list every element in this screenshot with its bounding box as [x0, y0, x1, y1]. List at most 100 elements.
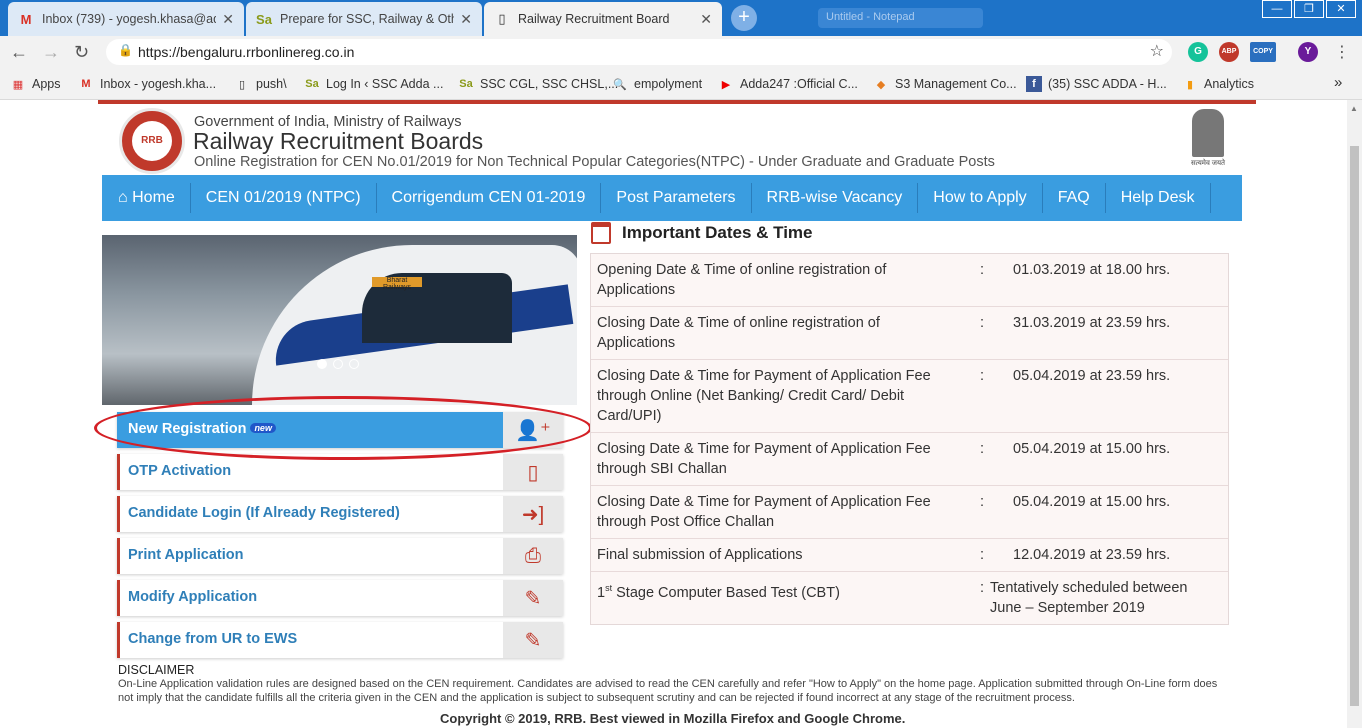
- tab-rrb[interactable]: ▯ Railway Recruitment Board ✕: [484, 2, 722, 36]
- gmail-icon: M: [81, 78, 91, 90]
- page-scrollbar[interactable]: ▲: [1347, 100, 1362, 728]
- top-stripe: [98, 100, 1256, 104]
- copy-extension-icon[interactable]: COPY: [1250, 42, 1276, 62]
- date-key: Final submission of Applications: [597, 547, 803, 563]
- date-key: Closing Date & Time of online registrati…: [597, 315, 880, 351]
- bookmark-analytics[interactable]: ▮ Analytics: [1182, 76, 1254, 92]
- bookmark-ssc-cgl[interactable]: Sa SSC CGL, SSC CHSL,...: [458, 76, 618, 92]
- menu-post-parameters[interactable]: Post Parameters: [601, 183, 752, 213]
- bookmark-label: push\: [256, 77, 287, 91]
- date-value: 05.04.2019 at 15.00 hrs.: [1013, 494, 1171, 510]
- search-icon: 🔍: [613, 78, 627, 91]
- dates-title: Important Dates & Time: [622, 223, 813, 242]
- page-icon: ▯: [238, 78, 246, 91]
- close-icon[interactable]: ✕: [700, 11, 712, 28]
- youtube-icon: ▶: [721, 78, 731, 91]
- menu-how-to-apply[interactable]: How to Apply: [918, 183, 1043, 213]
- bookmark-inbox[interactable]: M Inbox - yogesh.kha...: [78, 76, 216, 92]
- tab-adda[interactable]: Sa Prepare for SSC, Railway & Other ✕: [246, 2, 482, 36]
- close-icon[interactable]: ✕: [222, 11, 234, 28]
- lock-icon: 🔒: [118, 43, 133, 57]
- bookmarks-bar: ▦ Apps M Inbox - yogesh.kha... ▯ push\ S…: [0, 68, 1362, 100]
- bookmark-push[interactable]: ▯ push\: [234, 76, 287, 92]
- tab-title: Railway Recruitment Board: [518, 12, 670, 26]
- print-application-button[interactable]: Print Application ⎙: [117, 538, 563, 574]
- bookmark-apps[interactable]: ▦ Apps: [10, 76, 61, 92]
- forward-icon[interactable]: →: [42, 42, 60, 63]
- back-icon[interactable]: ←: [10, 42, 28, 63]
- bookmark-empolyment[interactable]: 🔍 empolyment: [612, 76, 702, 92]
- mobile-icon: ▯: [503, 454, 563, 490]
- tab-gmail[interactable]: M Inbox (739) - yogesh.khasa@add ✕: [8, 2, 244, 36]
- menu-corrigendum[interactable]: Corrigendum CEN 01-2019: [377, 183, 602, 213]
- blurred-window: Untitled - Notepad: [818, 8, 983, 28]
- bookmark-ssc-login[interactable]: Sa Log In ‹ SSC Adda ...: [304, 76, 443, 92]
- disclaimer-heading: DISCLAIMER: [118, 663, 195, 677]
- date-value: 31.03.2019 at 23.59 hrs.: [1013, 315, 1171, 331]
- dates-row: Closing Date & Time of online registrati…: [591, 307, 1228, 360]
- url-field[interactable]: 🔒 https://bengaluru.rrbonlinereg.co.in ☆: [106, 39, 1172, 65]
- modify-application-button[interactable]: Modify Application ✎: [117, 580, 563, 616]
- national-emblem: सत्यमेव जयते: [1188, 109, 1228, 173]
- dates-row: Final submission of Applications : 12.04…: [591, 539, 1228, 572]
- candidate-login-button[interactable]: Candidate Login (If Already Registered) …: [117, 496, 563, 532]
- menu-cen[interactable]: CEN 01/2019 (NTPC): [191, 183, 377, 213]
- change-ur-ews-button[interactable]: Change from UR to EWS ✎: [117, 622, 563, 658]
- sign-in-icon: ➜]: [503, 496, 563, 532]
- action-label: Print Application: [117, 538, 503, 574]
- slider-dot[interactable]: [333, 359, 343, 369]
- main-menu: ⌂ Home CEN 01/2019 (NTPC) Corrigendum CE…: [102, 175, 1242, 221]
- sa-icon: Sa: [256, 11, 272, 27]
- menu-home[interactable]: ⌂ Home: [102, 183, 191, 213]
- date-value: 12.04.2019 at 23.59 hrs.: [1013, 547, 1171, 563]
- adblock-icon[interactable]: ABP: [1219, 42, 1239, 62]
- reload-icon[interactable]: ↻: [74, 42, 89, 63]
- bookmark-adda247[interactable]: ▶ Adda247 :Official C...: [718, 76, 858, 92]
- browser-tab-bar: M Inbox (739) - yogesh.khasa@add ✕ Sa Pr…: [0, 0, 1362, 36]
- menu-faq[interactable]: FAQ: [1043, 183, 1106, 213]
- profile-avatar[interactable]: Y: [1298, 42, 1318, 62]
- close-window-icon[interactable]: ✕: [1326, 0, 1356, 18]
- new-tab-button[interactable]: +: [731, 5, 757, 31]
- address-bar: ← → ↻ 🔒 https://bengaluru.rrbonlinereg.c…: [0, 36, 1362, 68]
- action-label: Change from UR to EWS: [117, 622, 503, 658]
- bookmark-label: empolyment: [634, 77, 703, 91]
- bookmark-star-icon[interactable]: ☆: [1150, 41, 1164, 61]
- menu-label: Home: [132, 189, 175, 206]
- maximize-icon[interactable]: ❐: [1294, 0, 1324, 18]
- date-value: Tentatively scheduled between June – Sep…: [990, 580, 1188, 616]
- bookmark-facebook[interactable]: f (35) SSC ADDA - H...: [1026, 76, 1167, 92]
- train-image: Bharat Railways: [252, 245, 577, 405]
- bookmark-label: S3 Management Co...: [895, 77, 1017, 91]
- bookmark-s3[interactable]: ◆ S3 Management Co...: [873, 76, 1017, 92]
- slider-dot[interactable]: [349, 359, 359, 369]
- menu-rrb-vacancy[interactable]: RRB-wise Vacancy: [752, 183, 919, 213]
- disclaimer-text: On-Line Application validation rules are…: [118, 678, 1218, 704]
- grammarly-icon[interactable]: G: [1188, 42, 1208, 62]
- train-sign: Bharat Railways: [372, 277, 422, 291]
- dates-table: Opening Date & Time of online registrati…: [590, 253, 1229, 625]
- highlight-oval: [94, 396, 592, 460]
- s3-cube-icon: ◆: [876, 78, 886, 91]
- more-bookmarks-button[interactable]: »: [1334, 74, 1342, 91]
- dates-heading: Important Dates & Time: [591, 222, 813, 244]
- minimize-icon[interactable]: —: [1262, 0, 1292, 18]
- tab-title: Prepare for SSC, Railway & Other: [280, 12, 455, 26]
- menu-kebab-icon[interactable]: ⋮: [1334, 42, 1350, 62]
- date-value: 01.03.2019 at 18.00 hrs.: [1013, 262, 1171, 278]
- bookmark-label: Log In ‹ SSC Adda ...: [326, 77, 444, 91]
- scroll-thumb[interactable]: [1350, 146, 1359, 706]
- facebook-icon: f: [1026, 76, 1042, 92]
- menu-help-desk[interactable]: Help Desk: [1106, 183, 1211, 213]
- date-value: 05.04.2019 at 23.59 hrs.: [1013, 368, 1171, 384]
- sa-icon: Sa: [305, 78, 319, 90]
- close-icon[interactable]: ✕: [460, 11, 472, 28]
- page-content: RRB Government of India, Ministry of Rai…: [0, 100, 1347, 728]
- image-slider: Bharat Railways: [102, 235, 577, 405]
- scroll-up-icon[interactable]: ▲: [1350, 104, 1358, 113]
- print-icon: ⎙: [503, 538, 563, 574]
- page-subtitle: Online Registration for CEN No.01/2019 f…: [194, 154, 995, 170]
- slider-dot[interactable]: [317, 359, 327, 369]
- action-label: Modify Application: [117, 580, 503, 616]
- slider-dots: [317, 359, 365, 369]
